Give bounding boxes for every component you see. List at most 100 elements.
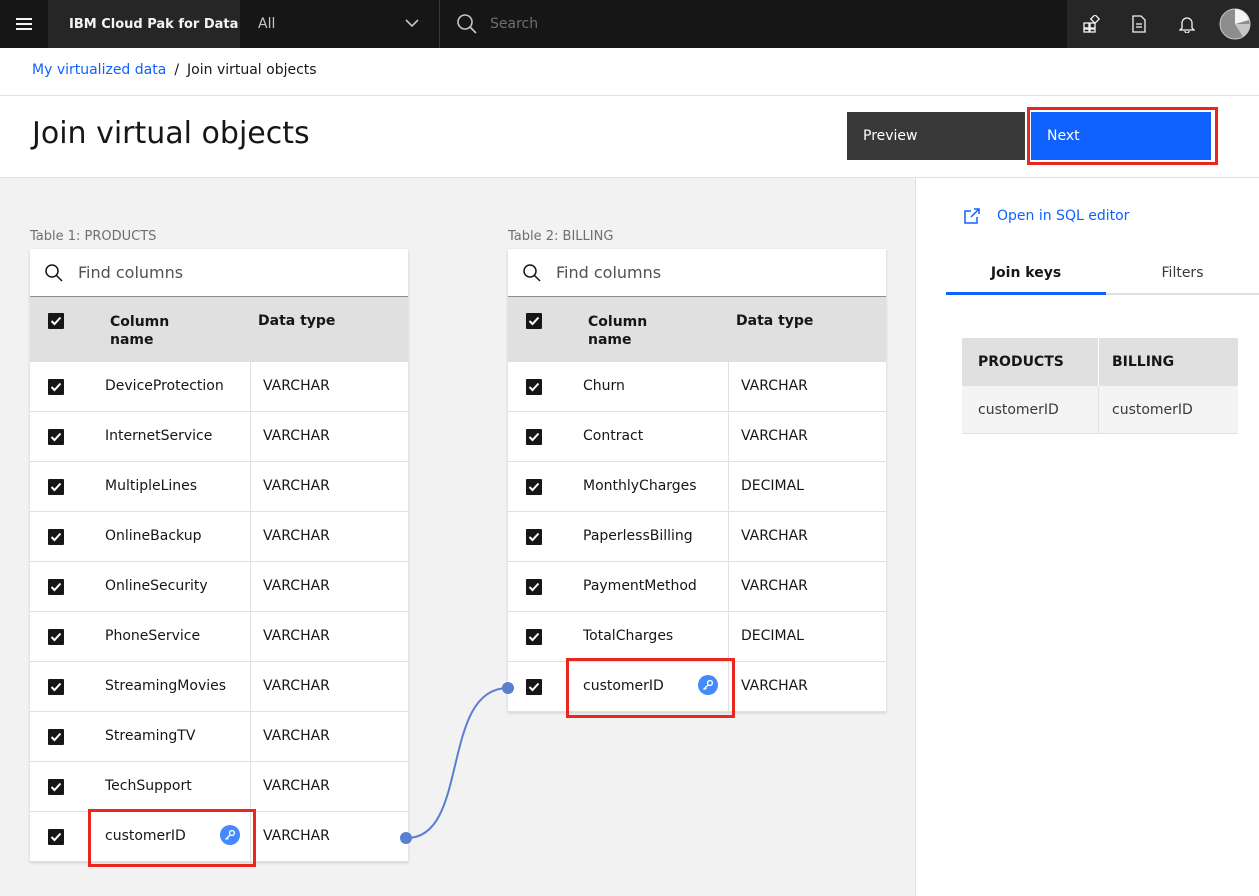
- preview-button[interactable]: Preview: [847, 112, 1025, 160]
- join-key-icon[interactable]: [220, 825, 240, 845]
- table-row[interactable]: Contract VARCHAR: [508, 412, 886, 462]
- row-checkbox[interactable]: [48, 579, 64, 595]
- cell-divider: [728, 512, 729, 561]
- row-checkbox[interactable]: [48, 429, 64, 445]
- join-keys-row[interactable]: customerID customerID: [962, 386, 1238, 434]
- table-row[interactable]: MultipleLines VARCHAR: [30, 462, 408, 512]
- cell-divider: [250, 362, 251, 411]
- table1-search-input[interactable]: [78, 263, 378, 282]
- data-type-header[interactable]: Data type: [736, 313, 813, 329]
- document-icon[interactable]: [1115, 0, 1163, 48]
- cell-divider: [250, 612, 251, 661]
- table-row[interactable]: MonthlyCharges DECIMAL: [508, 462, 886, 512]
- join-key-icon[interactable]: [698, 675, 718, 695]
- row-checkbox[interactable]: [526, 529, 542, 545]
- checkmark-icon: [528, 382, 540, 392]
- data-type-cell: VARCHAR: [263, 378, 330, 394]
- data-type-cell: VARCHAR: [263, 628, 330, 644]
- table-row[interactable]: customerID VARCHAR: [30, 812, 408, 862]
- table-row[interactable]: StreamingMovies VARCHAR: [30, 662, 408, 712]
- column-name-cell: StreamingTV: [105, 728, 196, 744]
- menu-icon[interactable]: [0, 0, 48, 48]
- row-checkbox[interactable]: [526, 429, 542, 445]
- column-name-header[interactable]: Column name: [110, 313, 169, 349]
- avatar[interactable]: [1211, 0, 1259, 48]
- table-row[interactable]: OnlineSecurity VARCHAR: [30, 562, 408, 612]
- cell-divider: [728, 462, 729, 511]
- table-row[interactable]: PhoneService VARCHAR: [30, 612, 408, 662]
- table-row[interactable]: PaymentMethod VARCHAR: [508, 562, 886, 612]
- row-checkbox[interactable]: [526, 479, 542, 495]
- launch-icon: [964, 208, 980, 224]
- brand-name[interactable]: IBM Cloud Pak for Data: [48, 0, 240, 48]
- chevron-down-icon: [405, 19, 419, 28]
- notification-icon[interactable]: [1163, 0, 1211, 48]
- table2-search-input[interactable]: [556, 263, 856, 282]
- row-checkbox[interactable]: [526, 679, 542, 695]
- checkmark-icon: [528, 316, 540, 326]
- row-checkbox[interactable]: [526, 629, 542, 645]
- cell-divider: [250, 462, 251, 511]
- cell-divider: [728, 612, 729, 661]
- global-search: [440, 0, 1066, 48]
- table2-header: Column name Data type: [508, 297, 886, 362]
- table-row[interactable]: Churn VARCHAR: [508, 362, 886, 412]
- key-icon: [703, 679, 714, 690]
- join-keys-header: PRODUCTS BILLING: [962, 338, 1238, 386]
- open-sql-editor-link[interactable]: Open in SQL editor: [963, 207, 1129, 225]
- cell-divider: [250, 662, 251, 711]
- breadcrumb-current: Join virtual objects: [187, 62, 317, 78]
- column-name-cell: InternetService: [105, 428, 213, 444]
- row-checkbox[interactable]: [48, 729, 64, 745]
- select-all-checkbox[interactable]: [48, 313, 64, 329]
- tab-join-keys[interactable]: Join keys: [946, 257, 1106, 295]
- table2-search: [508, 249, 886, 297]
- side-tabs: Join keys Filters: [946, 257, 1259, 295]
- breadcrumb-parent-link[interactable]: My virtualized data: [32, 62, 166, 78]
- table-row[interactable]: TechSupport VARCHAR: [30, 762, 408, 812]
- table-row[interactable]: DeviceProtection VARCHAR: [30, 362, 408, 412]
- table1-rows: DeviceProtection VARCHAR InternetService VA…: [30, 362, 408, 862]
- checkmark-icon: [50, 732, 62, 742]
- join-keys-header-products: PRODUCTS: [962, 338, 1099, 386]
- table-row[interactable]: StreamingTV VARCHAR: [30, 712, 408, 762]
- catalog-icon[interactable]: [1067, 0, 1115, 48]
- breadcrumb-separator: /: [174, 62, 180, 78]
- table-row[interactable]: InternetService VARCHAR: [30, 412, 408, 462]
- table1-products: Column name Data type DeviceProtection VA…: [30, 249, 408, 862]
- row-checkbox[interactable]: [526, 379, 542, 395]
- scope-dropdown[interactable]: All: [240, 0, 440, 48]
- row-checkbox[interactable]: [48, 379, 64, 395]
- search-icon: [523, 263, 541, 282]
- row-checkbox[interactable]: [48, 779, 64, 795]
- column-name-cell: TechSupport: [105, 778, 192, 794]
- select-all-checkbox[interactable]: [526, 313, 542, 329]
- cell-divider: [728, 662, 729, 711]
- table-row[interactable]: PaperlessBilling VARCHAR: [508, 512, 886, 562]
- next-button[interactable]: Next: [1031, 112, 1211, 160]
- column-name-header[interactable]: Column name: [588, 313, 647, 349]
- table-row[interactable]: OnlineBackup VARCHAR: [30, 512, 408, 562]
- key-icon: [225, 829, 236, 840]
- column-name-cell: customerID: [583, 678, 664, 694]
- column-name-cell: OnlineBackup: [105, 528, 202, 544]
- data-type-header[interactable]: Data type: [258, 313, 335, 329]
- data-type-cell: DECIMAL: [741, 478, 804, 494]
- table-row[interactable]: customerID VARCHAR: [508, 662, 886, 712]
- table1-search: [30, 249, 408, 297]
- table-row[interactable]: TotalCharges DECIMAL: [508, 612, 886, 662]
- column-name-cell: MultipleLines: [105, 478, 198, 494]
- row-checkbox[interactable]: [48, 629, 64, 645]
- row-checkbox[interactable]: [48, 479, 64, 495]
- row-checkbox[interactable]: [48, 679, 64, 695]
- table2-billing: Column name Data type ChurnVARCHARContra…: [508, 249, 886, 712]
- row-checkbox[interactable]: [48, 829, 64, 845]
- row-checkbox[interactable]: [48, 529, 64, 545]
- search-input[interactable]: [490, 16, 990, 32]
- data-type-cell: VARCHAR: [263, 578, 330, 594]
- tab-filters[interactable]: Filters: [1106, 257, 1259, 295]
- cell-divider: [250, 762, 251, 811]
- column-name-cell: Churn: [583, 378, 625, 394]
- join-keys-table: PRODUCTS BILLING customerID customerID: [962, 338, 1238, 434]
- row-checkbox[interactable]: [526, 579, 542, 595]
